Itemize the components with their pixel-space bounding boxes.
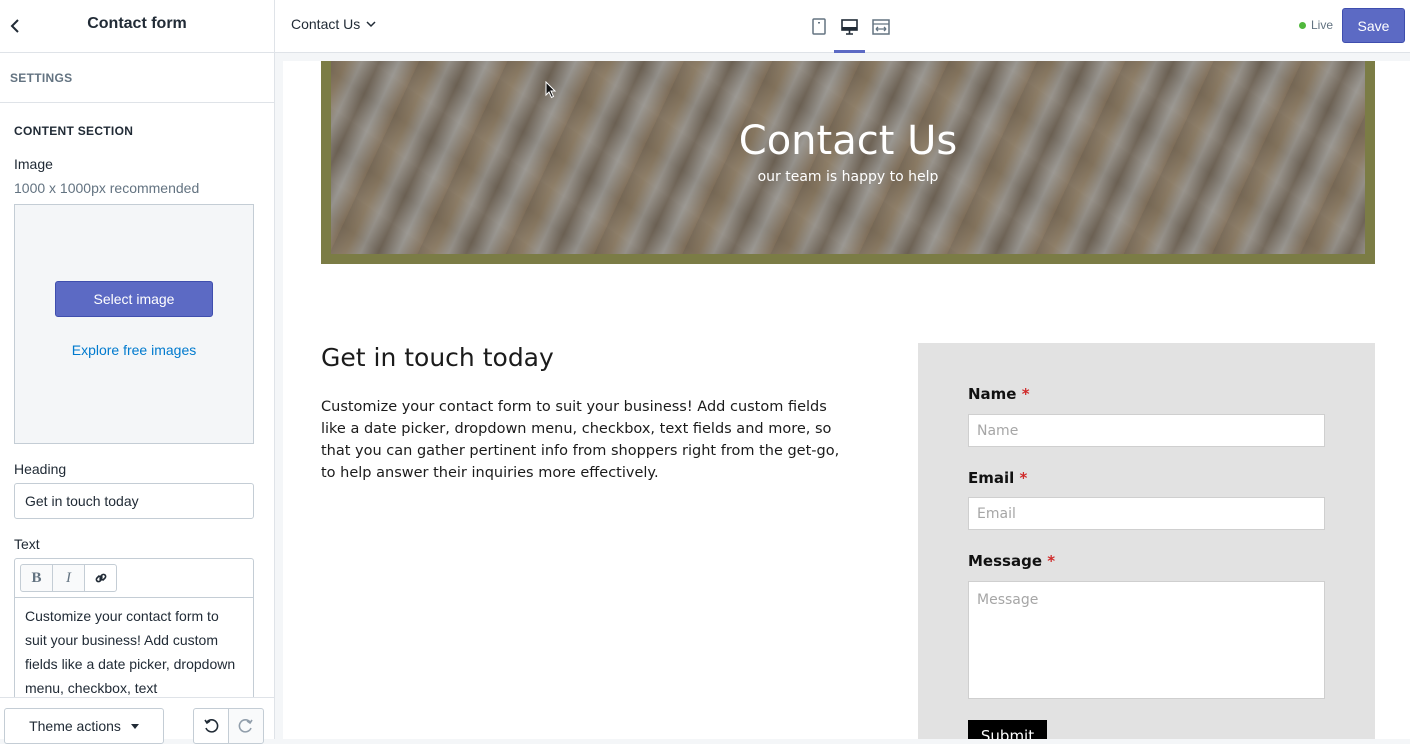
hero-title: Contact Us — [738, 118, 958, 164]
image-picker: Select image Explore free images — [14, 204, 254, 444]
heading-input[interactable]: Get in touch today — [14, 483, 254, 519]
name-label: Name * — [968, 385, 1030, 403]
page-selector-label: Contact Us — [291, 16, 361, 32]
mouse-cursor-icon — [545, 81, 557, 99]
contact-form: Name * Name Email * Email Message * Mess… — [918, 343, 1375, 739]
sidebar-title: Contact form — [87, 15, 187, 32]
text-editor-content[interactable]: Customize your contact form to suit your… — [15, 598, 253, 697]
desktop-view-button[interactable] — [834, 14, 865, 53]
expand-icon — [871, 18, 890, 35]
link-button[interactable] — [84, 564, 117, 592]
select-image-button[interactable]: Select image — [55, 281, 213, 317]
mobile-icon — [811, 18, 826, 35]
caret-down-icon — [130, 723, 139, 729]
content-body: Customize your contact form to suit your… — [321, 399, 840, 481]
sidebar-header: Contact form — [0, 0, 274, 53]
sidebar: Contact form SETTINGS CONTENT SECTION Im… — [0, 0, 275, 744]
hero-subtitle: our team is happy to help — [757, 169, 939, 185]
rte-toolbar: B I — [15, 559, 253, 598]
heading-label: Heading — [14, 461, 67, 477]
full-width-view-button[interactable] — [865, 14, 896, 39]
live-dot-icon — [1299, 21, 1306, 29]
italic-button[interactable]: I — [52, 564, 85, 592]
message-label: Message * — [968, 552, 1056, 570]
submit-button[interactable]: Submit — [968, 720, 1047, 739]
image-label: Image — [14, 156, 53, 172]
store-preview: Contact Us our team is happy to help Get… — [283, 61, 1410, 739]
settings-heading: SETTINGS — [0, 53, 274, 103]
text-label: Text — [14, 536, 40, 552]
rich-text-editor: B I Customize your contact form to suit … — [14, 558, 254, 697]
theme-actions-label: Theme actions — [29, 718, 121, 734]
chevron-down-icon — [366, 20, 376, 27]
settings-panel: CONTENT SECTION Image 1000 x 1000px reco… — [0, 103, 274, 697]
page-selector[interactable]: Contact Us — [291, 16, 376, 32]
live-status: Live — [1299, 18, 1333, 32]
mobile-view-button[interactable] — [803, 14, 834, 39]
bold-button[interactable]: B — [20, 564, 53, 592]
save-button[interactable]: Save — [1342, 8, 1405, 43]
content-heading: Get in touch today — [321, 343, 554, 372]
email-label: Email * — [968, 469, 1028, 487]
undo-icon — [204, 719, 219, 733]
top-bar: Contact Us Live Save — [275, 0, 1410, 53]
email-input[interactable]: Email — [968, 497, 1325, 530]
live-label: Live — [1311, 18, 1334, 32]
explore-free-images-link[interactable]: Explore free images — [15, 342, 253, 358]
name-input[interactable]: Name — [968, 414, 1325, 447]
hero-banner: Contact Us our team is happy to help — [321, 61, 1375, 264]
view-switcher — [803, 14, 896, 53]
content-section-title: CONTENT SECTION — [14, 124, 134, 138]
image-hint: 1000 x 1000px recommended — [14, 180, 200, 196]
message-textarea[interactable]: Message — [968, 581, 1325, 699]
sidebar-footer: Theme actions — [0, 697, 274, 744]
desktop-icon — [841, 18, 858, 35]
redo-icon — [238, 719, 253, 733]
link-icon — [95, 573, 106, 583]
